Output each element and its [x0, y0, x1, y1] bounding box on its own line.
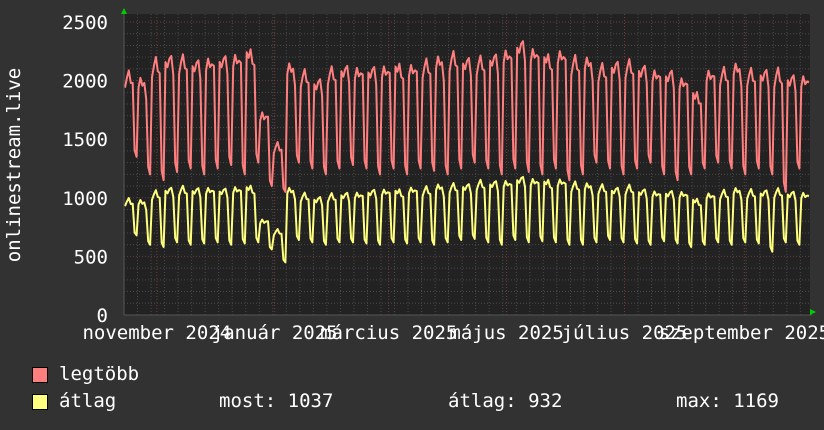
- legend-max-value: max: 1169: [676, 390, 779, 412]
- legend-label-avg: átlag: [59, 390, 117, 412]
- line-chart: 05001000150020002500 november 2024január…: [3, 8, 824, 344]
- x-tick-label: május 2025: [449, 322, 563, 344]
- y-tick-label: 2000: [62, 71, 108, 93]
- legend-average-value: átlag: 932: [448, 390, 563, 412]
- y-axis-ticks: 05001000150020002500: [62, 12, 108, 327]
- legend-swatch-max: [32, 367, 48, 383]
- x-axis-ticks: november 2024január 2025március 2025máju…: [82, 322, 824, 344]
- y-tick-label: 500: [74, 246, 108, 268]
- legend-label-max: legtöbb: [59, 363, 140, 385]
- x-tick-label: március 2025: [320, 322, 457, 344]
- x-tick-label: szeptember 2025: [659, 322, 824, 344]
- y-tick-label: 1500: [62, 129, 108, 151]
- x-axis-arrow-icon: [810, 309, 816, 315]
- legend-now-value: most: 1037: [219, 390, 334, 412]
- y-tick-label: 2500: [62, 12, 108, 34]
- y-tick-label: 1000: [62, 188, 108, 210]
- legend-swatch-avg: [32, 394, 48, 410]
- y-axis-label: onlinestream.live: [3, 68, 25, 262]
- y-axis-arrow-icon: [121, 8, 127, 14]
- x-tick-label: január 2025: [212, 322, 338, 344]
- x-tick-label: november 2024: [82, 322, 231, 344]
